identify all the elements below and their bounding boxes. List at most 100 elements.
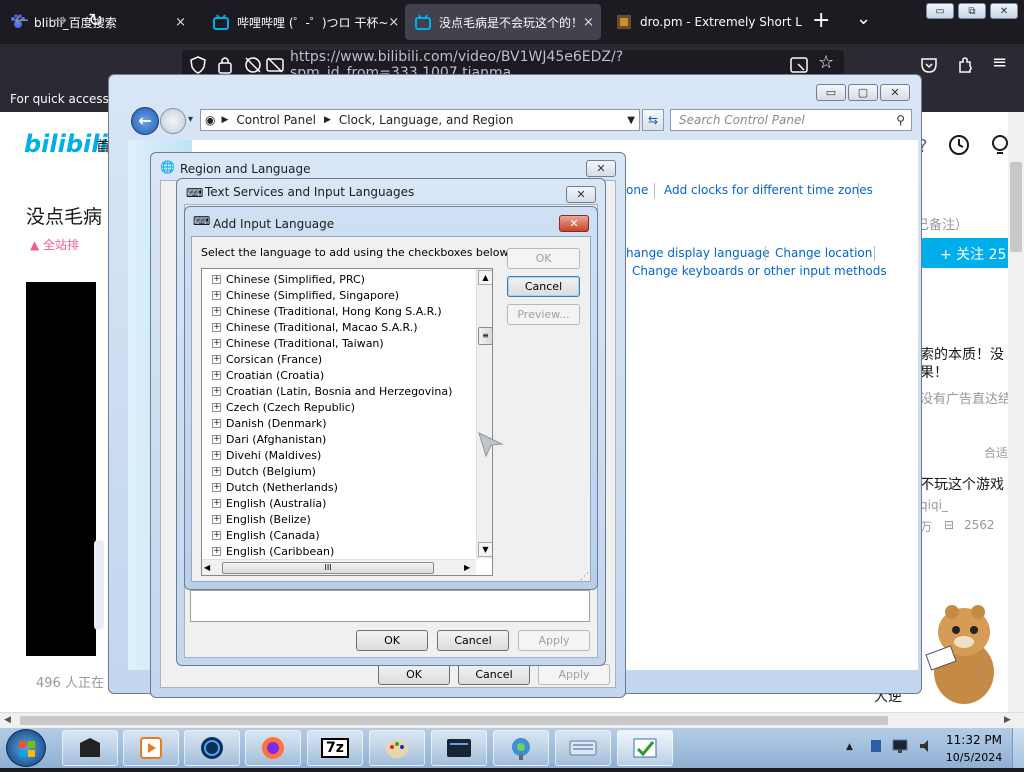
clock-time[interactable]: 11:32 PM <box>944 733 1004 747</box>
search-icon[interactable]: ⚲ <box>896 113 905 127</box>
firefox-icon[interactable] <box>245 730 301 766</box>
breadcrumb-clock-language-region[interactable]: Clock, Language, and Region <box>339 113 514 127</box>
history-clock-icon[interactable] <box>948 134 970 160</box>
region-cancel-button[interactable]: Cancel <box>458 664 530 685</box>
expand-plus-icon[interactable]: + <box>212 499 221 508</box>
language-tree-item[interactable]: +Danish (Denmark) <box>212 415 327 431</box>
expand-plus-icon[interactable]: + <box>212 323 221 332</box>
language-tree-item[interactable]: +Croatian (Latin, Bosnia and Herzegovina… <box>212 383 452 399</box>
taskbar-control-panel-icon[interactable] <box>617 730 673 766</box>
language-tree-item[interactable]: +English (Australia) <box>212 495 326 511</box>
language-tree-item[interactable]: +English (Canada) <box>212 527 320 543</box>
link-change-time-zone[interactable]: one <box>626 183 648 197</box>
text-services-close-button[interactable]: ✕ <box>566 186 596 203</box>
language-tree-item[interactable]: +Chinese (Traditional, Hong Kong S.A.R.) <box>212 303 442 319</box>
breadcrumb-separator-icon[interactable]: ▶ <box>221 115 228 125</box>
cp-address-bar[interactable]: ◉ ▶ Control Panel ▶ Clock, Language, and… <box>200 109 640 131</box>
taskbar-media-center-icon[interactable] <box>62 730 118 766</box>
link-add-clocks[interactable]: Add clocks for different time zones <box>664 183 873 197</box>
scroll-up-arrow-icon[interactable]: ▲ <box>478 270 493 285</box>
taskbar-keyboard-icon[interactable] <box>555 730 611 766</box>
bookmark-star-icon[interactable]: ☆ <box>818 52 834 73</box>
close-icon[interactable]: × <box>388 15 399 30</box>
tree-horizontal-scrollbar[interactable]: ◀ III ▶ <box>202 559 476 575</box>
language-tree-item[interactable]: +Corsican (France) <box>212 351 322 367</box>
tray-flag-icon[interactable] <box>868 738 884 758</box>
tab-bilibili-home[interactable]: 哔哩哔哩 (゜-゜)つロ 干杯~ × <box>203 4 399 40</box>
vertical-scrollbar[interactable] <box>1008 112 1024 716</box>
related-title-3[interactable]: 不玩这个游戏 <box>920 474 1004 494</box>
restore-button[interactable]: ⧉ <box>958 3 986 19</box>
language-tree-item[interactable]: +Divehi (Maldives) <box>212 447 321 463</box>
text-services-cancel-button[interactable]: Cancel <box>437 630 509 651</box>
video-player[interactable] <box>26 282 96 656</box>
new-tab-button[interactable]: + <box>812 10 830 32</box>
scroll-right-arrow-icon[interactable]: ▶ <box>464 563 470 572</box>
language-tree-item[interactable]: +English (Belize) <box>212 511 311 527</box>
cp-back-button[interactable]: ← <box>131 107 159 135</box>
related-title-2[interactable]: 果！ <box>920 362 948 382</box>
link-change-display-language[interactable]: hange display language <box>626 246 770 260</box>
language-tree-list[interactable]: +Chinese (Simplified, PRC)+Chinese (Simp… <box>201 268 493 576</box>
start-orb-button[interactable] <box>6 729 46 767</box>
forward-arrow-icon[interactable]: → <box>52 10 67 31</box>
expand-plus-icon[interactable]: + <box>212 371 221 380</box>
tree-hscroll-thumb[interactable]: III <box>222 562 434 574</box>
expand-plus-icon[interactable]: + <box>212 515 221 524</box>
text-services-apply-button[interactable]: Apply <box>518 630 590 651</box>
expand-plus-icon[interactable]: + <box>212 451 221 460</box>
tab-list-button[interactable]: ⌄ <box>856 8 871 29</box>
hamburger-menu-icon[interactable]: ≡ <box>992 52 1007 73</box>
show-desktop-button[interactable] <box>1012 728 1024 768</box>
expand-plus-icon[interactable]: + <box>212 467 221 476</box>
related-title-1[interactable]: 索的本质！没 <box>920 344 1004 364</box>
vertical-scrollbar-thumb[interactable] <box>1010 162 1022 252</box>
expand-plus-icon[interactable]: + <box>212 339 221 348</box>
breadcrumb-separator-icon[interactable]: ▶ <box>324 115 331 125</box>
creation-bulb-icon[interactable] <box>990 134 1010 160</box>
region-apply-button[interactable]: Apply <box>538 664 610 685</box>
text-services-ok-button[interactable]: OK <box>356 630 428 651</box>
extensions-icon[interactable] <box>956 56 974 78</box>
expand-plus-icon[interactable]: + <box>212 547 221 556</box>
cp-minimize-button[interactable]: ▭ <box>816 84 846 101</box>
scroll-left-arrow-icon[interactable]: ◀ <box>4 715 11 725</box>
address-dropdown-icon[interactable]: ▼ <box>627 115 635 126</box>
taskbar-paint-icon[interactable] <box>369 730 425 766</box>
tree-vertical-scrollbar[interactable]: ▲ ≡ ▼ <box>476 269 493 559</box>
add-language-cancel-button[interactable]: Cancel <box>507 276 580 297</box>
taskbar-media-player-icon[interactable] <box>123 730 179 766</box>
expand-plus-icon[interactable]: + <box>212 419 221 428</box>
cp-search-input[interactable]: Search Control Panel ⚲ <box>670 109 912 131</box>
cp-close-button[interactable]: ✕ <box>880 84 910 101</box>
refresh-icon[interactable]: ⇆ <box>642 109 664 131</box>
language-tree-item[interactable]: +Dutch (Netherlands) <box>212 479 338 495</box>
tab-bilibili-video[interactable]: 没点毛病是不会玩这个的！ × <box>405 4 601 40</box>
tray-monitor-icon[interactable] <box>892 738 908 758</box>
language-tree-item[interactable]: +Chinese (Traditional, Taiwan) <box>212 335 384 351</box>
minimize-button[interactable]: ▭ <box>926 3 954 19</box>
expand-plus-icon[interactable]: + <box>212 403 221 412</box>
expand-plus-icon[interactable]: + <box>212 275 221 284</box>
expand-plus-icon[interactable]: + <box>212 531 221 540</box>
reload-icon[interactable]: ↻ <box>88 10 103 31</box>
pocket-icon[interactable] <box>920 56 938 78</box>
taskbar-terminal-icon[interactable] <box>431 730 487 766</box>
language-tree-item[interactable]: +Chinese (Traditional, Macao S.A.R.) <box>212 319 418 335</box>
language-tree-item[interactable]: +Chinese (Simplified, Singapore) <box>212 287 399 303</box>
scroll-left-arrow-icon[interactable]: ◀ <box>204 563 210 572</box>
language-tree-item[interactable]: +English (Caribbean) <box>212 543 334 559</box>
link-change-keyboards[interactable]: Change keyboards or other input methods <box>632 264 887 278</box>
close-icon[interactable]: × <box>583 15 594 30</box>
cp-forward-button[interactable] <box>160 108 186 134</box>
close-icon[interactable]: × <box>175 15 186 30</box>
rank-badge[interactable]: ▲ 全站排 <box>30 236 79 253</box>
resize-grip-icon[interactable]: ⋰ <box>580 572 589 582</box>
page-hscroll-thumb[interactable] <box>20 716 888 725</box>
expand-plus-icon[interactable]: + <box>212 291 221 300</box>
link-change-location[interactable]: Change location <box>775 246 872 260</box>
show-hidden-icons-chevron[interactable]: ▲ <box>846 742 853 752</box>
expand-plus-icon[interactable]: + <box>212 387 221 396</box>
tree-scrollbar-thumb[interactable]: ≡ <box>478 327 493 345</box>
window-close-button[interactable]: ✕ <box>990 3 1018 19</box>
